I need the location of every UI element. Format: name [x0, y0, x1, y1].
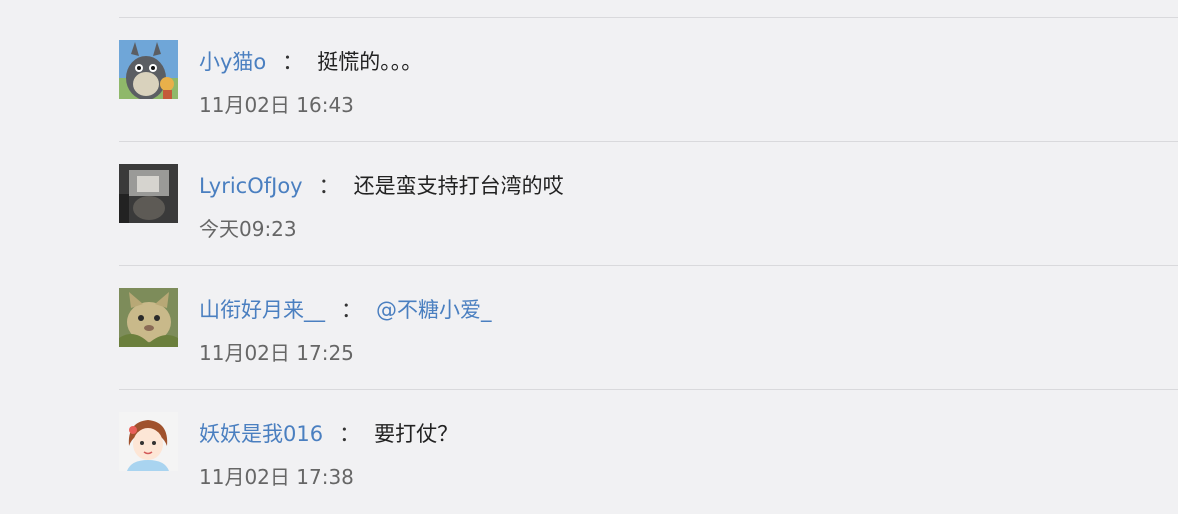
username-link[interactable]: LyricOfJoy — [199, 174, 303, 198]
comment-text: 还是蛮支持打台湾的哎 — [353, 174, 564, 198]
comment-item: 妖妖是我016 ： 要打仗？ 11月02日 17:38 — [119, 389, 1178, 513]
comment-text: 挺慌的。。。 — [317, 50, 423, 74]
comment-item: 山衔好月来__ ： @不糖小爱_ 11月02日 17:25 — [119, 265, 1178, 389]
cat-avatar-icon[interactable] — [119, 288, 178, 347]
username-link[interactable]: 妖妖是我016 — [199, 422, 323, 446]
colon-separator: ： — [318, 174, 340, 198]
comment-line: LyricOfJoy ： 还是蛮支持打台湾的哎 — [199, 171, 564, 201]
comment-item: LyricOfJoy ： 还是蛮支持打台湾的哎 今天09:23 — [119, 141, 1178, 265]
username-link[interactable]: 小y猫o — [199, 50, 266, 74]
totoro-avatar-icon[interactable] — [119, 40, 178, 99]
blurred-photo-avatar-icon[interactable] — [119, 164, 178, 223]
colon-separator: ： — [339, 422, 361, 446]
comment-time: 11月02日 17:38 — [199, 465, 354, 489]
comment-text: 要打仗？ — [374, 422, 459, 446]
mention-link[interactable]: @不糖小爱_ — [376, 298, 492, 322]
comment-line: 小y猫o ： 挺慌的。。。 — [199, 47, 422, 77]
colon-separator: ： — [282, 50, 304, 74]
comment-time: 11月02日 16:43 — [199, 93, 354, 117]
comment-time: 今天09:23 — [199, 217, 297, 241]
username-link[interactable]: 山衔好月来__ — [199, 298, 325, 322]
cartoon-girl-avatar-icon[interactable] — [119, 412, 178, 471]
comment-item: 小y猫o ： 挺慌的。。。 11月02日 16:43 — [119, 17, 1178, 141]
colon-separator: ： — [341, 298, 362, 322]
comment-line: 山衔好月来__ ： @不糖小爱_ — [199, 295, 492, 325]
comment-line: 妖妖是我016 ： 要打仗？ — [199, 419, 458, 449]
comment-time: 11月02日 17:25 — [199, 341, 354, 365]
